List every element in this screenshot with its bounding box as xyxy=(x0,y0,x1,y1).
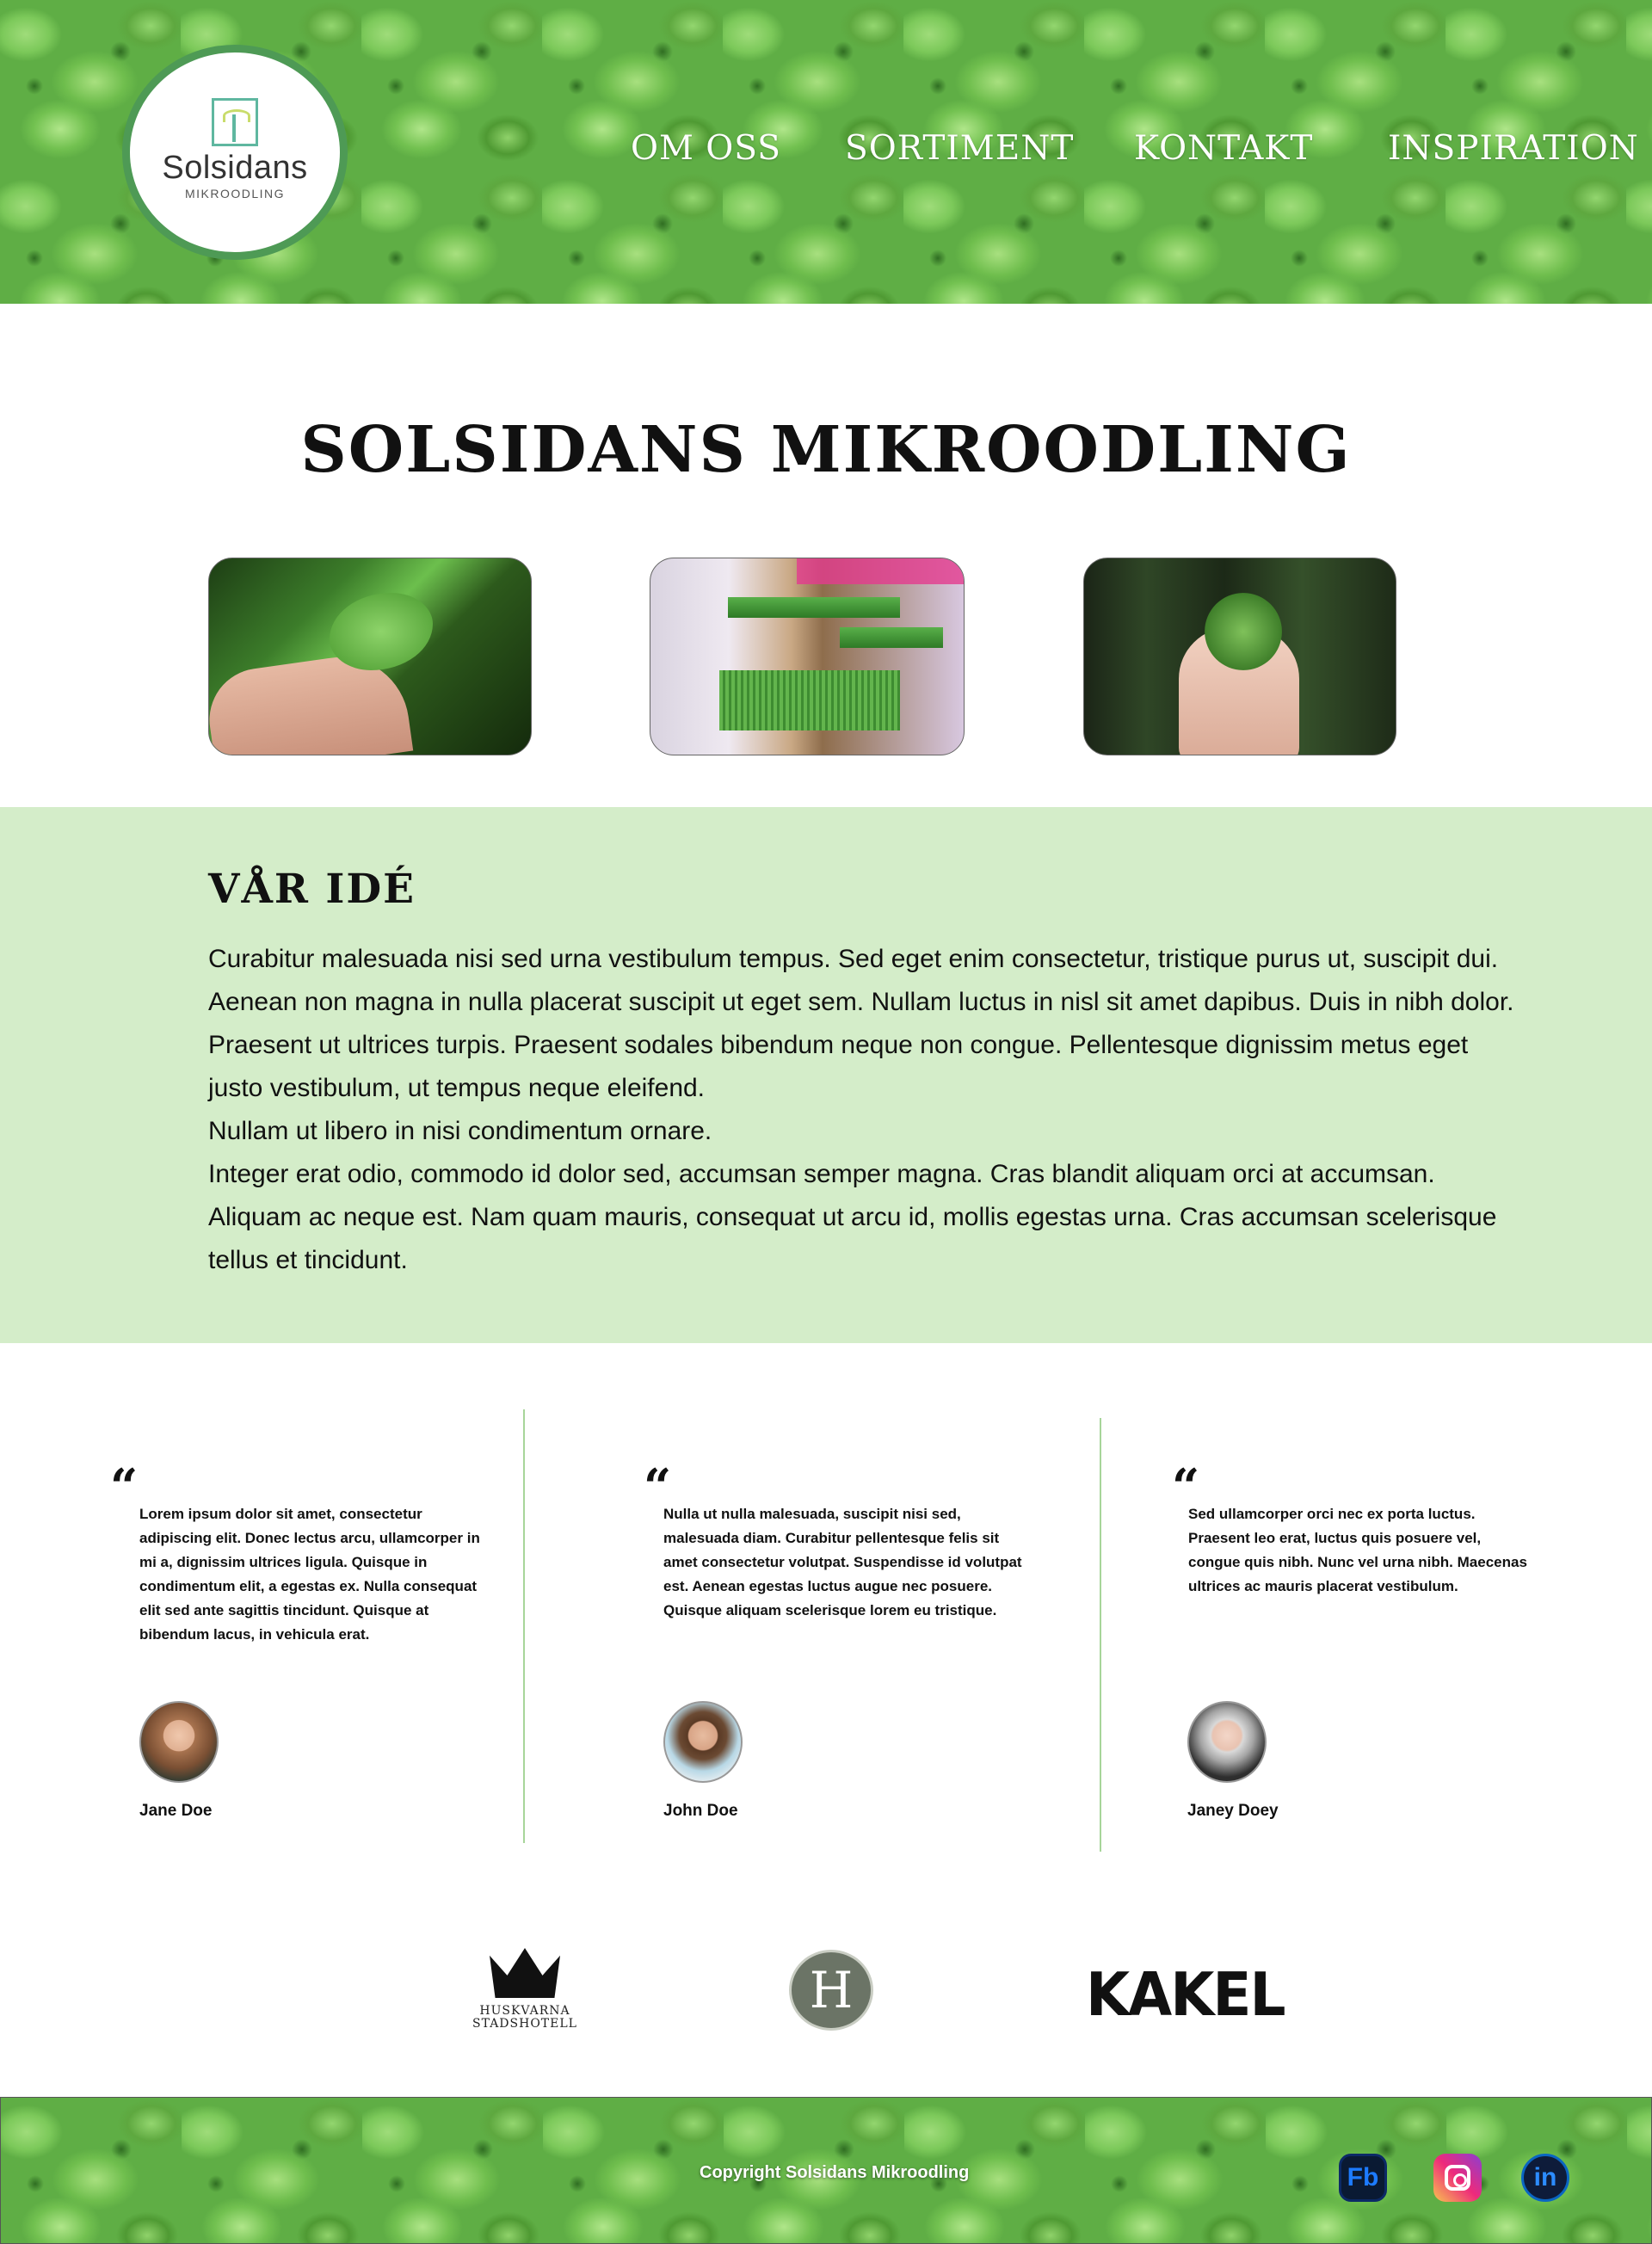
header-banner: Solsidans MIKROODLING OM OSS SORTIMENT K… xyxy=(0,0,1652,304)
linkedin-icon[interactable]: in xyxy=(1521,2154,1569,2202)
testimonial-text: Nulla ut nulla malesuada, suscipit nisi … xyxy=(663,1506,1022,1618)
instagram-icon[interactable] xyxy=(1433,2154,1482,2202)
facebook-icon[interactable]: Fb xyxy=(1339,2154,1387,2202)
idea-heading: VÅR IDÉ xyxy=(208,866,416,913)
partner-logo-h[interactable]: H xyxy=(789,1950,873,2031)
column-divider xyxy=(523,1409,525,1843)
h-letter: H xyxy=(809,1961,854,2019)
main-nav: OM OSS SORTIMENT KONTAKT INSPIRATION xyxy=(0,129,1652,181)
photo-hand-sprout xyxy=(208,558,532,755)
logo-subtitle: MIKROODLING xyxy=(184,186,286,200)
column-divider xyxy=(1100,1418,1101,1852)
testimonial-name: Jane Doe xyxy=(139,1802,213,1820)
crown-icon xyxy=(490,1948,560,1998)
testimonial-text: Sed ullamcorper orci nec ex porta luctus… xyxy=(1188,1506,1527,1594)
nav-inspiration[interactable]: INSPIRATION xyxy=(1388,129,1639,168)
partner-logo-kakel[interactable]: KAKEL xyxy=(1086,1960,1286,2030)
idea-paragraph: Nullam ut libero in nisi condimentum orn… xyxy=(208,1117,712,1145)
copyright-text: Copyright Solsidans Mikroodling xyxy=(700,2163,970,2182)
photo-seedling-in-palm xyxy=(1083,558,1396,755)
idea-paragraph: Curabitur malesuada nisi sed urna vestib… xyxy=(208,945,1514,1102)
linkedin-label: in xyxy=(1533,2163,1557,2192)
nav-kontakt[interactable]: KONTAKT xyxy=(1134,129,1313,168)
nav-sortiment[interactable]: SORTIMENT xyxy=(845,129,1074,168)
testimonial-name: Janey Doey xyxy=(1187,1802,1279,1820)
partner-logo-huskvarna[interactable]: HUSKVARNA STADSHOTELL xyxy=(465,1948,585,2031)
idea-text: Curabitur malesuada nisi sed urna vestib… xyxy=(208,938,1516,1282)
footer: Copyright Solsidans Mikroodling Fb in xyxy=(0,2097,1652,2244)
avatar xyxy=(139,1701,219,1783)
page-title: SOLSIDANS MIKROODLING xyxy=(300,413,1352,487)
facebook-label: Fb xyxy=(1347,2163,1379,2192)
avatar xyxy=(663,1701,743,1783)
testimonial-name: John Doe xyxy=(663,1802,738,1820)
avatar xyxy=(1187,1701,1267,1783)
nav-om-oss[interactable]: OM OSS xyxy=(631,129,781,168)
testimonial-text: Lorem ipsum dolor sit amet, consectetur … xyxy=(139,1506,480,1643)
idea-paragraph: Integer erat odio, commodo id dolor sed,… xyxy=(208,1160,1497,1274)
photo-growing-shelf xyxy=(650,558,965,755)
partner-name: HUSKVARNA STADSHOTELL xyxy=(472,2004,577,2031)
quote-icon: “ xyxy=(110,1458,139,1515)
idea-section: VÅR IDÉ Curabitur malesuada nisi sed urn… xyxy=(0,807,1652,1343)
instagram-glyph xyxy=(1445,2165,1470,2191)
